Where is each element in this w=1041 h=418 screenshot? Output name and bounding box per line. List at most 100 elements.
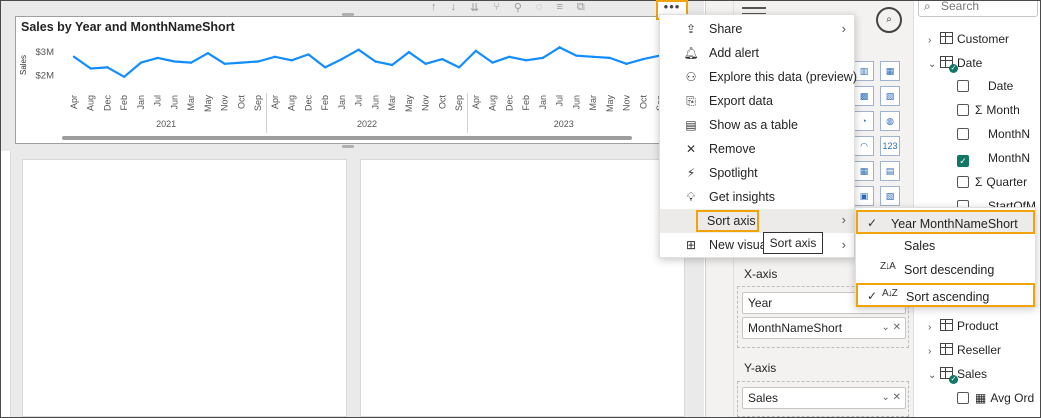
filter-icon[interactable]: ≡ xyxy=(556,1,562,15)
year-group-label: 2023 xyxy=(554,119,574,129)
sort-option-sort-ascending[interactable]: ✓ A↓Z Sort ascending xyxy=(856,283,1035,307)
menu-item-get-insights[interactable]: 💡︎ Get insights xyxy=(660,186,856,210)
field-checkbox[interactable] xyxy=(957,128,969,140)
data-point xyxy=(123,75,126,78)
menu-item-label: Sort axis xyxy=(707,214,756,228)
x-tick-label: Nov xyxy=(220,95,230,112)
menu-item-label: Get insights xyxy=(709,190,776,204)
data-point xyxy=(508,55,511,58)
data-point xyxy=(156,56,159,60)
menu-item-share[interactable]: ⇪ Share › xyxy=(660,18,856,42)
field-controls-icon[interactable]: ⌄ ✕ xyxy=(881,388,901,408)
field-date[interactable]: Date xyxy=(957,75,1013,97)
binoculars-icon: ⚇ xyxy=(685,70,697,84)
menu-item-remove[interactable]: ✕ Remove xyxy=(660,138,856,162)
table-customer[interactable]: › Customer xyxy=(928,28,1009,50)
visual-type-icon[interactable]: ◔ xyxy=(854,111,874,131)
resize-handle-top[interactable] xyxy=(342,13,354,16)
visual-type-icon[interactable]: ▤ xyxy=(880,161,900,181)
x-tick-label: Sep xyxy=(454,95,464,111)
data-point xyxy=(575,54,578,57)
year-group-label: 2022 xyxy=(357,119,377,129)
sort-option-label: Sort ascending xyxy=(906,290,990,304)
data-point xyxy=(173,60,176,63)
menu-item-add-alert[interactable]: 🔔︎ Add alert xyxy=(660,42,856,66)
sort-option-sales[interactable]: Sales xyxy=(856,234,1035,258)
field-checkbox[interactable] xyxy=(957,80,969,92)
x-tick-label: Aug xyxy=(287,95,297,111)
visual-type-icon[interactable]: ◠ xyxy=(854,136,874,156)
empty-visual-2[interactable] xyxy=(360,159,685,417)
x-tick-label: Oct xyxy=(638,95,648,110)
visual-type-icon[interactable]: ▧ xyxy=(880,86,900,106)
export-icon: ⎘ xyxy=(686,94,696,108)
chevron-right-icon[interactable]: › xyxy=(928,317,940,339)
menu-item-explore-this-data-preview[interactable]: ⚇ Explore this data (preview) xyxy=(660,66,857,90)
field-checkbox[interactable] xyxy=(957,176,969,188)
field-month[interactable]: Σ Month xyxy=(957,99,1020,121)
visual-type-icon[interactable]: ▥ xyxy=(854,61,874,81)
visual-type-icon[interactable]: ▩ xyxy=(854,86,874,106)
field-avg ord[interactable]: ▦ Avg Ord xyxy=(957,387,1034,409)
visual-type-icon[interactable]: ▦ xyxy=(854,161,874,181)
visual-type-icon[interactable]: ▦ xyxy=(880,61,900,81)
chevron-down-icon[interactable]: ⌄ xyxy=(928,54,940,76)
search-input[interactable]: ⌕ Search xyxy=(918,1,1038,17)
menu-item-sort-axis[interactable]: Sort axis › xyxy=(660,209,856,233)
analytics-icon[interactable]: ⌕ xyxy=(876,7,902,33)
expand-all-icon[interactable]: ⇊ xyxy=(470,1,479,15)
table-date[interactable]: ⌄ ✓ Date xyxy=(928,52,982,74)
chevron-right-icon[interactable]: › xyxy=(928,341,940,363)
x-tick-label: Apr xyxy=(471,95,481,109)
field-monthn[interactable]: ✓ MonthN xyxy=(957,147,1030,169)
line-chart-visual[interactable]: Sales by Year and MonthNameShort Sales $3… xyxy=(15,16,663,144)
xaxis-field-monthnameshort[interactable]: MonthNameShort ⌄ ✕ xyxy=(742,317,906,339)
menu-item-spotlight[interactable]: ⚡ Spotlight xyxy=(660,162,856,186)
drill-up-icon[interactable]: ↑ xyxy=(431,1,437,15)
visual-type-grid: ▥ ▦ ▩ ▧ ◔ ◍ ◠ 123 ▦ ▤ ▣ ▧ xyxy=(854,61,904,206)
table-product[interactable]: › Product xyxy=(928,315,998,337)
chevron-right-icon: › xyxy=(841,21,846,36)
sort-option-label: Year MonthNameShort xyxy=(891,217,1018,231)
field-checkbox[interactable] xyxy=(957,392,969,404)
data-point xyxy=(89,67,92,70)
visual-type-icon[interactable]: ▧ xyxy=(880,186,900,206)
y-tick-label: $3M xyxy=(36,47,55,58)
bell-icon[interactable]: ◌ xyxy=(536,1,543,15)
drill-down-icon[interactable]: ↓ xyxy=(451,1,457,15)
menu-item-show-as-a-table[interactable]: ▤ Show as a table xyxy=(660,114,856,138)
x-tick-label: Nov xyxy=(622,95,632,112)
field-quarter[interactable]: Σ Quarter xyxy=(957,171,1027,193)
expand-next-level-icon[interactable]: ⑂ xyxy=(493,1,500,15)
chevron-down-icon[interactable]: ⌄ xyxy=(928,365,940,387)
menu-item-new-visual[interactable]: ⊞ New visual › xyxy=(660,234,856,258)
field-checkbox[interactable] xyxy=(957,104,969,116)
report-canvas: ↑ ↓ ⇊ ⑂ ⚲ ◌ ≡ ⧉ Sales by Year and MonthN… xyxy=(1,1,704,417)
chevron-right-icon[interactable]: › xyxy=(928,30,940,52)
menu-item-label: Add alert xyxy=(709,46,760,60)
pin-icon[interactable]: ⚲ xyxy=(514,1,522,15)
empty-visual-1[interactable] xyxy=(22,159,347,417)
x-tick-label: Sep xyxy=(253,95,263,111)
table-reseller[interactable]: › Reseller xyxy=(928,339,1001,361)
checkmark-icon: ✓ xyxy=(867,216,878,230)
resize-handle-bottom[interactable] xyxy=(342,145,354,148)
sort-option-year-monthnameshort[interactable]: ✓ Year MonthNameShort xyxy=(856,210,1035,234)
series-line xyxy=(73,46,661,78)
visual-type-icon[interactable]: ▣ xyxy=(854,186,874,206)
sort-option-label: Sort descending xyxy=(904,263,995,277)
field-controls-icon[interactable]: ⌄ ✕ xyxy=(881,318,901,338)
visual-type-icon[interactable]: ◍ xyxy=(880,111,900,131)
yaxis-field-sales[interactable]: Sales ⌄ ✕ xyxy=(742,387,906,409)
focus-mode-icon[interactable]: ⧉ xyxy=(577,1,585,15)
table-icon: ▤ xyxy=(685,118,697,132)
table-icon xyxy=(940,32,953,44)
menu-item-export-data[interactable]: ⎘ Export data xyxy=(660,90,856,114)
field-checkbox[interactable]: ✓ xyxy=(957,155,969,167)
table-sales[interactable]: ⌄ ✓ Sales xyxy=(928,363,987,385)
sort-axis-highlight: Sort axis xyxy=(696,210,759,232)
field-monthn[interactable]: MonthN xyxy=(957,123,1030,145)
y-axis-title: Sales xyxy=(19,55,28,75)
visual-type-icon[interactable]: 123 xyxy=(880,136,900,156)
sort-option-sort-descending[interactable]: Z↓A Sort descending xyxy=(856,258,1035,282)
